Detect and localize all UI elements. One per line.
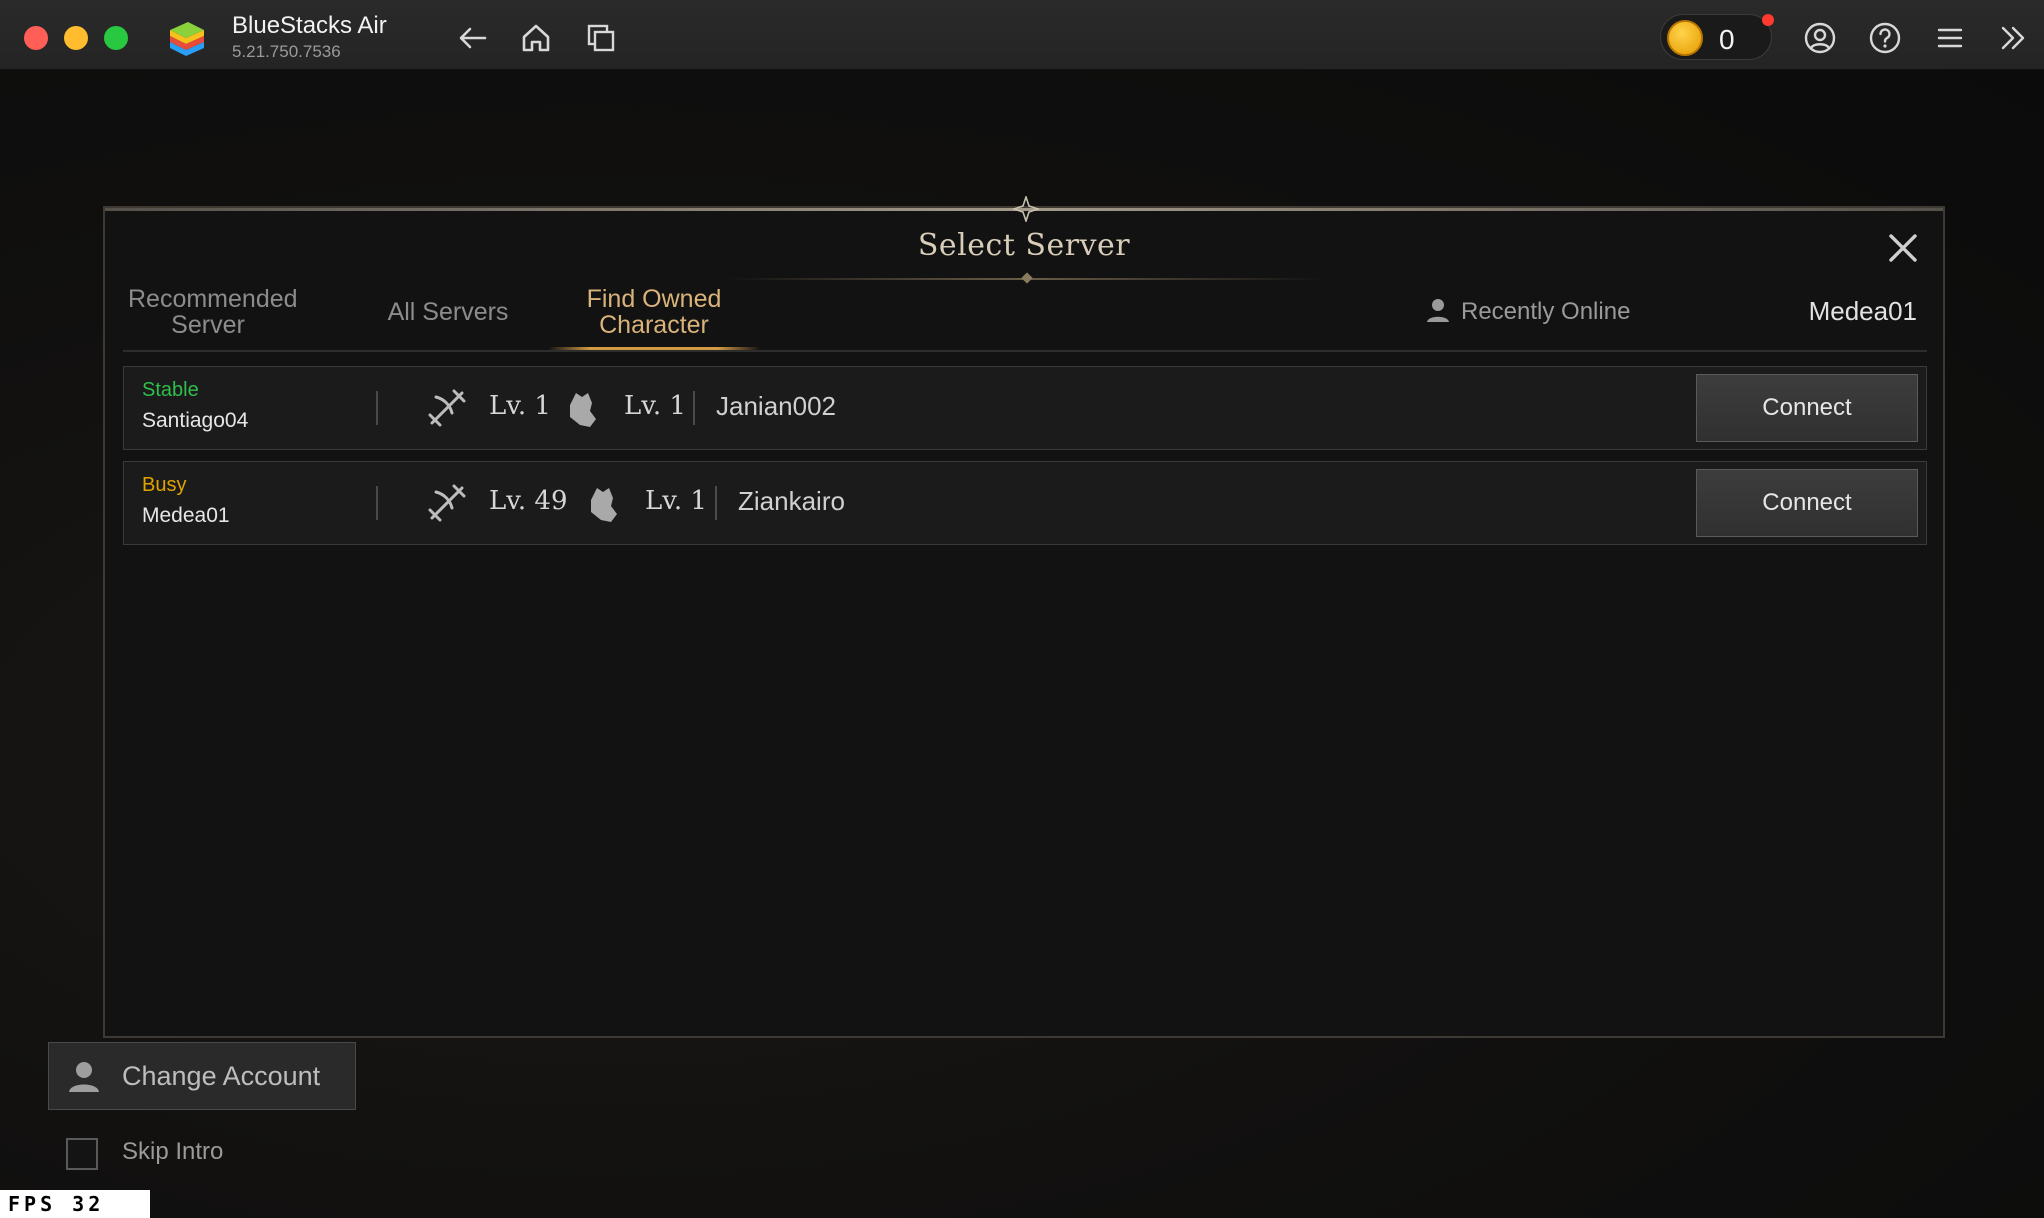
- title-divider-ornament: [1021, 272, 1033, 284]
- gauntlet-class-icon: [564, 387, 600, 429]
- character-name: Janian002: [716, 391, 836, 421]
- crossbow-class-icon: [426, 387, 468, 429]
- character-name: Ziankairo: [738, 486, 845, 516]
- coin-balance[interactable]: 0: [1660, 14, 1772, 60]
- help-icon[interactable]: [1867, 20, 1903, 56]
- skip-intro-checkbox[interactable]: [66, 1138, 98, 1170]
- person-icon: [1425, 297, 1451, 323]
- server-row[interactable]: Busy Medea01 Lv. 49 Lv. 1 Ziankairo Conn…: [123, 461, 1927, 545]
- tab-recommended-server[interactable]: Recommended Server: [128, 285, 298, 339]
- change-account-label: Change Account: [122, 1061, 321, 1091]
- tabs-divider: [123, 350, 1927, 352]
- app-version: 5.21.750.7536: [232, 42, 341, 61]
- recently-online-label: Recently Online: [1461, 298, 1631, 325]
- notification-dot: [1762, 14, 1774, 26]
- column-divider: [376, 486, 378, 520]
- change-account-button[interactable]: Change Account: [48, 1042, 356, 1110]
- server-name: Medea01: [142, 504, 230, 527]
- server-row[interactable]: Stable Santiago04 Lv. 1 Lv. 1 Janian002 …: [123, 366, 1927, 450]
- class-level: Lv. 1: [645, 486, 707, 516]
- server-name: Santiago04: [142, 409, 249, 432]
- server-status: Busy: [142, 474, 187, 496]
- tab-label-line: Server: [171, 311, 245, 339]
- ornament-star-icon: [1011, 194, 1041, 224]
- close-dialog-button[interactable]: [1885, 230, 1921, 266]
- tab-all-servers[interactable]: All Servers: [373, 299, 523, 325]
- class-level: Lv. 1: [489, 391, 551, 421]
- connect-button[interactable]: Connect: [1696, 469, 1918, 537]
- gauntlet-class-icon: [585, 482, 621, 524]
- connect-button[interactable]: Connect: [1696, 374, 1918, 442]
- dialog-title: Select Server: [917, 228, 1131, 263]
- tab-label-line: Find Owned: [586, 285, 722, 313]
- skip-intro-label: Skip Intro: [122, 1138, 224, 1165]
- person-icon: [67, 1059, 101, 1093]
- maximize-window-button[interactable]: [104, 26, 128, 50]
- app-name: BlueStacks Air: [232, 12, 387, 39]
- class-level: Lv. 1: [624, 391, 686, 421]
- crossbow-class-icon: [426, 482, 468, 524]
- minimize-window-button[interactable]: [64, 26, 88, 50]
- title-bar: BlueStacks Air 5.21.750.7536 0: [0, 0, 2044, 70]
- server-status: Stable: [142, 379, 199, 401]
- tab-label-line: Recommended: [128, 285, 298, 313]
- tab-find-owned-character[interactable]: Find Owned Character: [548, 286, 760, 338]
- column-divider: [376, 391, 378, 425]
- current-server-name: Medea01: [1808, 296, 1917, 326]
- class-level: Lv. 49: [489, 486, 568, 516]
- menu-icon[interactable]: [1932, 20, 1968, 56]
- column-divider: [693, 391, 695, 425]
- account-icon[interactable]: [1802, 20, 1838, 56]
- expand-sidebar-icon[interactable]: [1995, 20, 2031, 56]
- bluestacks-logo-icon: [166, 18, 208, 58]
- recently-online-filter[interactable]: Recently Online: [1425, 297, 1630, 326]
- multi-instance-icon[interactable]: [583, 20, 619, 56]
- tab-label-line: Character: [599, 311, 709, 339]
- coin-count: 0: [1719, 24, 1735, 55]
- close-window-button[interactable]: [24, 26, 48, 50]
- column-divider: [715, 486, 717, 520]
- coin-icon: [1667, 20, 1703, 56]
- back-arrow-icon[interactable]: [455, 20, 491, 56]
- select-server-dialog: Select Server Recommended Server All Ser…: [103, 194, 1945, 1038]
- fps-counter: FPS 32: [0, 1190, 150, 1218]
- home-icon[interactable]: [518, 20, 554, 56]
